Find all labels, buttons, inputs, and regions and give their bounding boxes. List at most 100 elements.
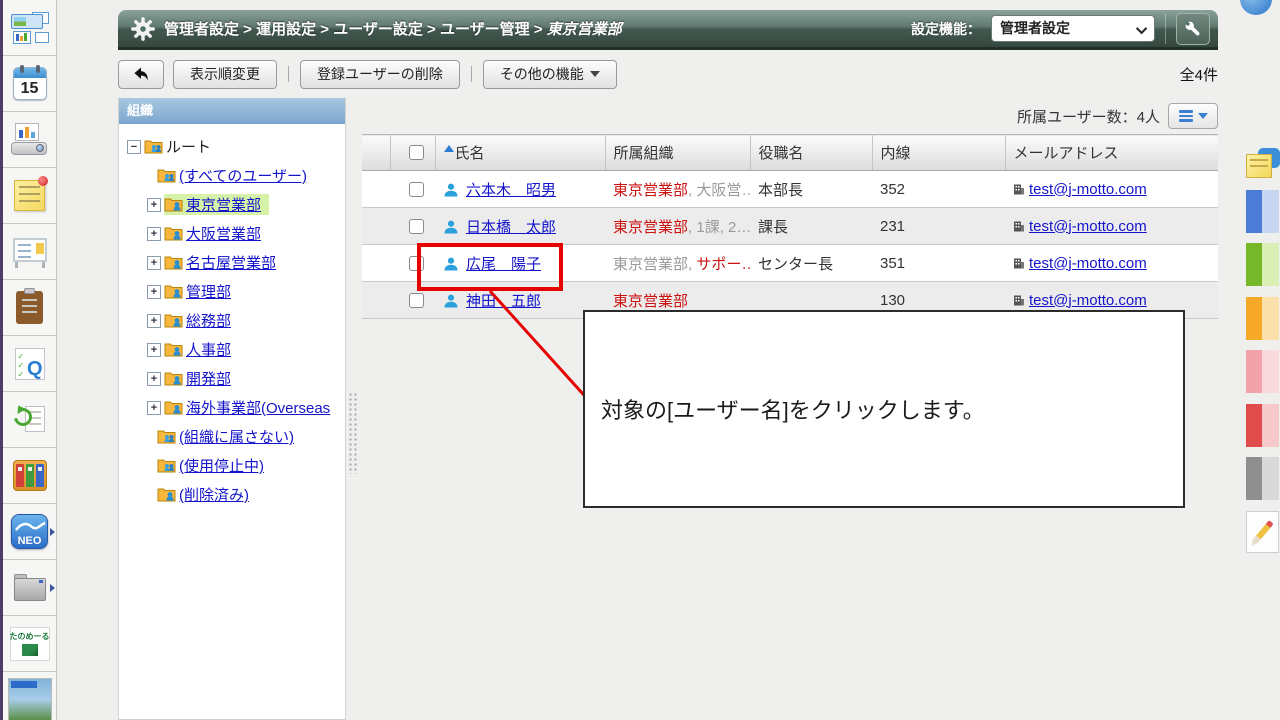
column-title[interactable]: 役職名 [750,135,872,171]
user-title: センター長 [750,245,872,282]
tree-expand-box[interactable]: + [147,372,161,386]
pencil-edit-icon[interactable] [1246,511,1279,553]
submenu-arrow-icon [50,528,55,536]
sidebar-splitter-handle[interactable] [348,392,358,474]
email-link[interactable]: test@j-motto.com [1029,255,1147,272]
folder-user-icon [164,371,183,386]
email-link[interactable]: test@j-motto.com [1029,218,1147,235]
user-title: 本部長 [750,171,872,208]
other-functions-button[interactable]: その他の機能 [483,60,617,89]
view-options-button[interactable] [1168,103,1218,129]
delete-users-button[interactable]: 登録ユーザーの削除 [300,60,460,89]
user-row: 日本橋 太郎 東京営業部, 1課, 2… 課長 231 test@j-motto… [362,208,1218,245]
tree-collapse-box[interactable]: − [127,140,141,154]
breadcrumb: 管理者設定 > 運用設定 > ユーザー設定 > ユーザー管理 > 東京営業部 [164,18,911,39]
column-email[interactable]: メールアドレス [1005,135,1218,171]
user-icon [443,293,459,309]
tree-expand-box[interactable]: + [147,198,161,212]
settings-function-select[interactable]: 管理者設定 [991,15,1155,42]
tree-item-overseas-dept[interactable]: + 海外事業部(Overseas [123,393,343,422]
presentation-projector-icon[interactable] [3,112,56,168]
document-binders-icon[interactable] [3,448,56,504]
folder-users-icon [144,139,163,154]
label-blue[interactable] [1246,190,1279,233]
dropdown-caret-icon [1198,113,1208,119]
label-pink[interactable] [1246,350,1279,393]
circulation-icon[interactable] [3,392,56,448]
tree-expand-box[interactable]: + [147,314,161,328]
label-red[interactable] [1246,404,1279,447]
folder-user-icon [164,197,183,212]
tree-expand-box[interactable]: + [147,227,161,241]
label-gray[interactable] [1246,457,1279,500]
tree-item-osaka-sales[interactable]: + 大阪営業部 [123,219,343,248]
memo-bubble-icon[interactable] [1246,148,1280,186]
row-checkbox[interactable] [409,182,424,197]
tree-item-tokyo-sales[interactable]: + 東京営業部 [123,190,343,219]
change-display-order-button[interactable]: 表示順変更 [173,60,277,89]
email-link[interactable]: test@j-motto.com [1029,292,1147,309]
row-checkbox[interactable] [409,293,424,308]
desknets-neo-icon[interactable]: NEO [3,504,56,560]
clipboard-icon[interactable] [3,280,56,336]
tree-item-suspended[interactable]: (使用停止中) [123,451,343,480]
tree-item-nagoya-sales[interactable]: + 名古屋営業部 [123,248,343,277]
label-green[interactable] [1246,243,1279,286]
portal-icon[interactable] [3,0,56,56]
table-header-row: 氏名 所属組織 役職名 内線 メールアドレス [362,135,1218,171]
tree-item-all-users[interactable]: (すべてのユーザー) [123,161,343,190]
row-checkbox[interactable] [409,219,424,234]
bulletin-board-icon[interactable] [3,224,56,280]
folder-user-icon [164,313,183,328]
tree-expand-box[interactable]: + [147,401,161,415]
user-extension: 352 [872,171,1005,208]
survey-icon[interactable]: ✓✓✓Q [3,336,56,392]
tree-item-general-affairs[interactable]: + 総務部 [123,306,343,335]
building-icon [1013,257,1025,269]
column-extension[interactable]: 内線 [872,135,1005,171]
user-icon [443,182,459,198]
folder-users-icon [157,458,176,473]
user-icon [443,219,459,235]
settings-wrench-button[interactable] [1176,13,1210,45]
sort-asc-icon [444,145,454,152]
memo-note-icon[interactable] [3,168,56,224]
email-link[interactable]: test@j-motto.com [1029,181,1147,198]
app-launcher-bar: 15 ✓✓✓Q NEO [0,0,57,720]
user-management-page: 15 ✓✓✓Q NEO [0,0,1280,720]
right-shortcut-rail [1246,0,1280,720]
tree-expand-box[interactable]: + [147,343,161,357]
building-icon [1013,294,1025,306]
back-button[interactable] [118,60,164,89]
total-count: 全4件 [1180,64,1218,85]
tree-item-hr-dept[interactable]: + 人事部 [123,335,343,364]
folder-user-icon [164,284,183,299]
folder-user-icon [164,342,183,357]
highlight-rectangle [417,243,563,291]
user-name-link[interactable]: 神田 五郎 [466,293,541,310]
label-orange[interactable] [1246,297,1279,340]
chevron-down-icon [1136,23,1147,34]
user-name-link[interactable]: 日本橋 太郎 [466,219,556,236]
user-name-link[interactable]: 六本木 昭男 [466,182,556,199]
tree-expand-box[interactable]: + [147,256,161,270]
list-header: 所属ユーザー数：4人 [362,100,1218,132]
settings-function-label: 設定機能： [911,19,981,39]
column-name[interactable]: 氏名 [435,135,605,171]
tree-item-no-organization[interactable]: (組織に属さない) [123,422,343,451]
tree-item-development-dept[interactable]: + 開発部 [123,364,343,393]
schedule-calendar-icon[interactable]: 15 [3,56,56,112]
tree-item-admin-dept[interactable]: + 管理部 [123,277,343,306]
cabinet-folder-icon[interactable] [3,560,56,616]
tanomeru-banner[interactable]: たのめーる [3,616,56,672]
column-organization[interactable]: 所属組織 [605,135,750,171]
organization-tree: − ルート (すべてのユーザー) + 東京営業部 + 大阪営業部 + [119,124,345,509]
select-all-checkbox[interactable] [409,145,424,160]
ad-banner[interactable] [3,672,56,720]
tree-expand-box[interactable]: + [147,285,161,299]
tree-item-deleted[interactable]: (削除済み) [123,480,343,509]
building-icon [1013,220,1025,232]
list-toolbar: 表示順変更 登録ユーザーの削除 その他の機能 全4件 [118,58,1218,90]
tree-item-root[interactable]: − ルート [123,132,343,161]
user-row: 六本木 昭男 東京営業部, 大阪営… 本部長 352 test@j-motto.… [362,171,1218,208]
